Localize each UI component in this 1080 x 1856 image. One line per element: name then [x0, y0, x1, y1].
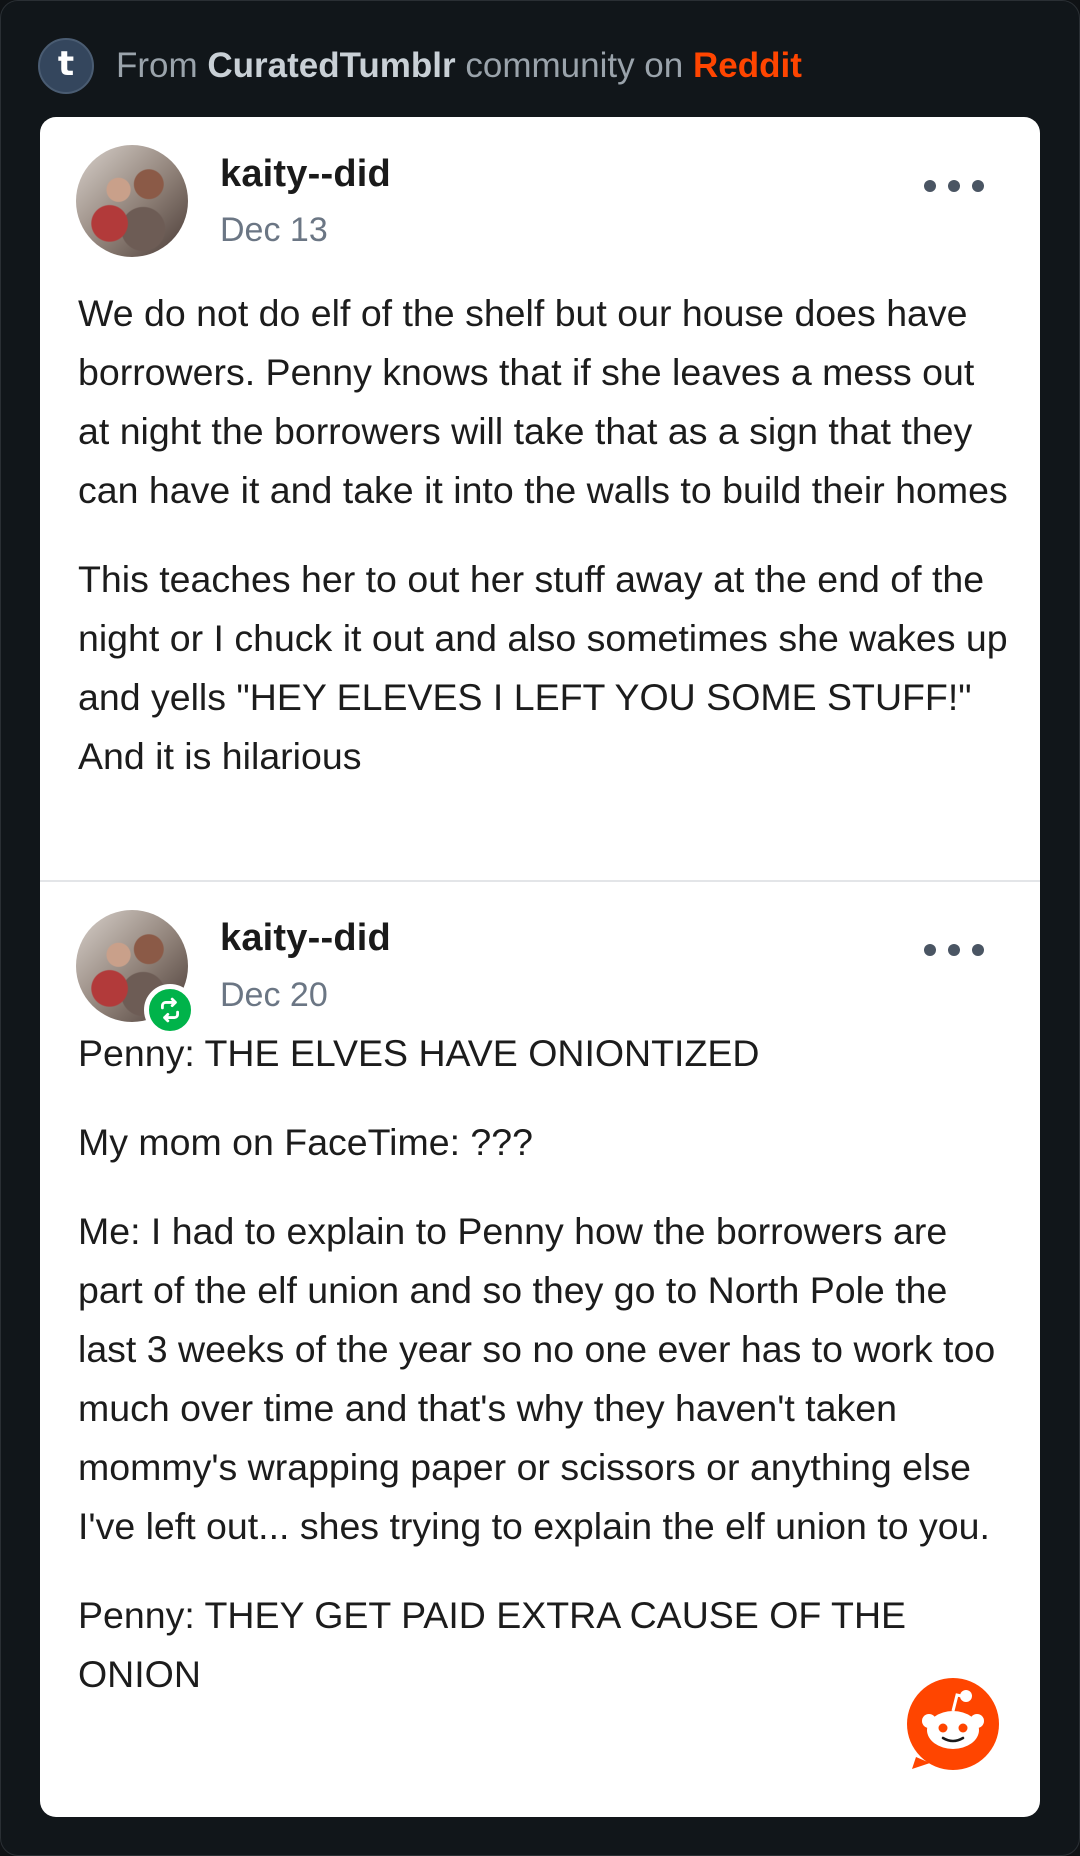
source-middle: community on	[465, 46, 684, 85]
post-paragraph: Penny: THE ELVES HAVE ONIONTIZED	[78, 1032, 760, 1074]
post-paragraph: My mom on FaceTime: ???	[78, 1121, 533, 1163]
reblog-post: kaity--did Dec 20 Penny: THE ELVES HAVE …	[40, 882, 1040, 1817]
post-body: Penny: THE ELVES HAVE ONIONTIZED My mom …	[78, 1024, 1008, 1734]
post-date: Dec 20	[220, 976, 328, 1014]
post-date: Dec 13	[220, 211, 328, 249]
post-paragraph: This teaches her to out her stuff away a…	[78, 558, 1008, 777]
avatar[interactable]	[76, 145, 188, 257]
community-link[interactable]: CuratedTumblr	[207, 46, 455, 85]
post-paragraph: We do not do elf of the shelf but our ho…	[78, 292, 1008, 511]
post-paragraph: Me: I had to explain to Penny how the bo…	[78, 1210, 996, 1547]
platform-link[interactable]: Reddit	[693, 46, 802, 85]
more-options-icon[interactable]	[924, 935, 984, 965]
post-username[interactable]: kaity--did	[220, 153, 391, 196]
post-username[interactable]: kaity--did	[220, 917, 391, 960]
source-header[interactable]: t From CuratedTumblr community on Reddit	[38, 38, 802, 94]
tumblr-logo-icon: t	[38, 38, 94, 94]
tumblr-logo-letter: t	[57, 44, 75, 84]
reblog-arrows-icon	[161, 997, 179, 1023]
more-options-icon[interactable]	[924, 171, 984, 201]
post-paragraph: Penny: THEY GET PAID EXTRA CAUSE OF THE …	[78, 1594, 907, 1695]
reddit-snoo-icon[interactable]	[906, 1677, 1000, 1771]
source-prefix: From	[116, 46, 198, 85]
tumblr-post-card: kaity--did Dec 13 We do not do elf of th…	[40, 117, 1040, 1817]
post-body: We do not do elf of the shelf but our ho…	[78, 284, 1008, 816]
source-attribution: From CuratedTumblr community on Reddit	[116, 46, 802, 86]
original-post: kaity--did Dec 13 We do not do elf of th…	[40, 117, 1040, 881]
